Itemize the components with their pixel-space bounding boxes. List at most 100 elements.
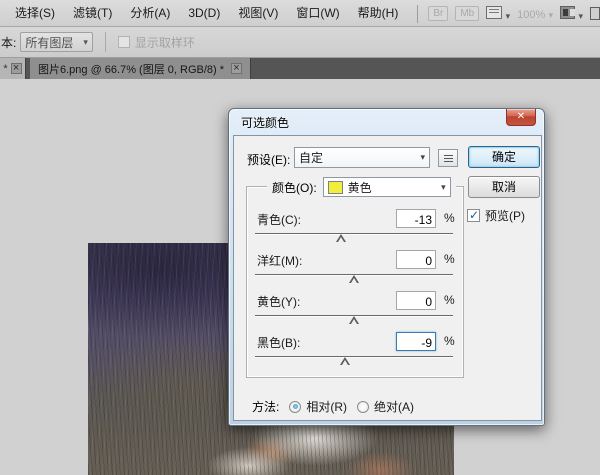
dialog-titlebar[interactable]: 可选颜色 ✕ [233, 109, 540, 135]
menu-item-label: 帮助(H) [358, 6, 399, 20]
arrange-documents-icon [560, 6, 575, 19]
slider-value-input[interactable] [396, 332, 436, 351]
menu-bar: 选择(S) 滤镜(T) 分析(A) 3D(D) 视图(V) 窗口(W) 帮助(H) Br M… [0, 0, 600, 27]
color-label: 颜色(O): [272, 179, 317, 196]
menu-item[interactable]: 帮助(H) [349, 0, 408, 26]
slider-value-input[interactable] [396, 209, 436, 228]
percent-sign: % [444, 334, 455, 348]
radio-icon [357, 401, 369, 413]
slider-value-input[interactable] [396, 291, 436, 310]
radio-label: 绝对(A) [374, 398, 414, 415]
method-label: 方法: [252, 398, 279, 415]
color-slider-row: 青色(C): % [247, 209, 465, 247]
slider-label: 青色(C): [257, 211, 301, 228]
menu-item[interactable]: 3D(D) [179, 0, 229, 26]
menu-item[interactable]: 选择(S) [6, 0, 64, 26]
slider-thumb-icon[interactable] [340, 357, 350, 365]
slider-track[interactable] [255, 274, 453, 286]
close-icon[interactable]: × [11, 63, 22, 74]
percent-sign: % [444, 252, 455, 266]
cancel-button[interactable]: 取消 [468, 176, 540, 198]
slider-track[interactable] [255, 233, 453, 245]
chevron-down-icon: ▾ [83, 37, 88, 48]
menu-item-label: 3D(D) [188, 6, 220, 20]
preview-label: 预览(P) [485, 207, 525, 224]
tab-active-document[interactable]: 图片6.png @ 66.7% (图层 0, RGB/8) * × [30, 58, 251, 79]
slider-thumb-icon[interactable] [336, 234, 346, 242]
menu-item-label: 分析(A) [130, 6, 170, 20]
menu-item[interactable]: 分析(A) [121, 0, 179, 26]
menu-item[interactable]: 窗口(W) [287, 0, 348, 26]
method-radio-option[interactable]: 绝对(A) [357, 398, 414, 415]
sample-label: 本: [0, 34, 20, 51]
document-tab-bar: * × 图片6.png @ 66.7% (图层 0, RGB/8) * × [0, 58, 600, 79]
chevron-down-icon: ▾ [506, 11, 511, 21]
preview-checkbox[interactable] [467, 209, 480, 222]
color-dropdown-value: 黄色 [348, 179, 372, 196]
slider-track[interactable] [255, 356, 453, 368]
arrange-documents-button[interactable]: ▾ [560, 6, 583, 22]
radio-icon [289, 401, 301, 413]
slider-value-input[interactable] [396, 250, 436, 269]
percent-sign: % [444, 211, 455, 225]
color-legend: 颜色(O): 黄色 ▾ [267, 176, 456, 198]
chevron-down-icon: ▾ [441, 182, 446, 193]
show-sampling-ring-checkbox[interactable]: 显示取样环 [118, 34, 195, 51]
preset-dropdown[interactable]: 自定 ▾ [294, 147, 430, 168]
ok-button[interactable]: 确定 [468, 146, 540, 168]
chevron-down-icon: ▾ [420, 152, 425, 163]
color-adjustment-group: 颜色(O): 黄色 ▾ 青色(C): % 洋红(M): % [246, 186, 464, 378]
dialog-title: 可选颜色 [233, 114, 289, 131]
method-row: 方法: 相对(R) 绝对(A) [252, 398, 414, 415]
sample-dropdown[interactable]: 所有图层 ▾ [20, 32, 93, 52]
preview-option[interactable]: 预览(P) [467, 207, 525, 224]
slider-label: 黑色(B): [257, 334, 300, 351]
options-bar: 本: 所有图层 ▾ 显示取样环 [0, 27, 600, 58]
toolbar-separator [417, 5, 418, 23]
preset-options-button[interactable] [438, 149, 458, 167]
color-slider-row: 洋红(M): % [247, 250, 465, 288]
slider-track[interactable] [255, 315, 453, 327]
preset-label: 预设(E): [247, 151, 290, 168]
launch-bridge-icon[interactable]: Br [428, 6, 448, 21]
menu-item-label: 窗口(W) [296, 6, 339, 20]
percent-sign: % [444, 293, 455, 307]
view-extras-button[interactable]: ▾ [486, 6, 510, 22]
options-separator [105, 32, 106, 52]
slider-label: 黄色(Y): [257, 293, 300, 310]
show-sampling-ring-label: 显示取样环 [135, 34, 195, 51]
preset-dropdown-value: 自定 [299, 149, 323, 166]
color-slider-row: 黄色(Y): % [247, 291, 465, 329]
selective-color-dialog: 可选颜色 ✕ 预设(E): 自定 ▾ 确定 取消 预览(P) 颜色(O): 黄色… [228, 108, 545, 426]
zoom-level-value: 100% [517, 9, 545, 21]
menu-item-label: 选择(S) [15, 6, 55, 20]
tab-modified-indicator: * [3, 63, 7, 75]
slider-label: 洋红(M): [257, 252, 302, 269]
sample-dropdown-value: 所有图层 [25, 34, 73, 51]
color-dropdown[interactable]: 黄色 ▾ [323, 177, 451, 197]
slider-thumb-icon[interactable] [349, 275, 359, 283]
method-radio-option[interactable]: 相对(R) [289, 398, 347, 415]
close-icon[interactable]: × [231, 63, 242, 74]
tab-label: 图片6.png @ 66.7% (图层 0, RGB/8) * [38, 61, 224, 77]
view-extras-icon [486, 6, 502, 19]
tab-partial-document[interactable]: * × [0, 58, 26, 79]
close-button[interactable]: ✕ [506, 109, 536, 126]
color-slider-row: 黑色(B): % [247, 332, 465, 370]
app-toolbar: Br Mb ▾ 100% ▾ ▾ [417, 0, 600, 27]
radio-label: 相对(R) [306, 398, 347, 415]
menu-item[interactable]: 视图(V) [229, 0, 287, 26]
color-swatch [328, 181, 343, 194]
menu-item-label: 滤镜(T) [73, 6, 112, 20]
slider-thumb-icon[interactable] [349, 316, 359, 324]
menu-item[interactable]: 滤镜(T) [64, 0, 121, 26]
mini-bridge-icon[interactable]: Mb [455, 6, 479, 21]
preset-options-icon [444, 155, 453, 156]
screen-mode-icon[interactable] [590, 7, 600, 20]
checkbox-icon [118, 36, 130, 48]
menu-item-label: 视图(V) [238, 6, 278, 20]
chevron-down-icon: ▾ [549, 10, 554, 20]
zoom-level-dropdown[interactable]: 100% ▾ [517, 7, 553, 21]
chevron-down-icon: ▾ [578, 11, 583, 21]
dialog-body: 预设(E): 自定 ▾ 确定 取消 预览(P) 颜色(O): 黄色 ▾ [233, 135, 542, 421]
